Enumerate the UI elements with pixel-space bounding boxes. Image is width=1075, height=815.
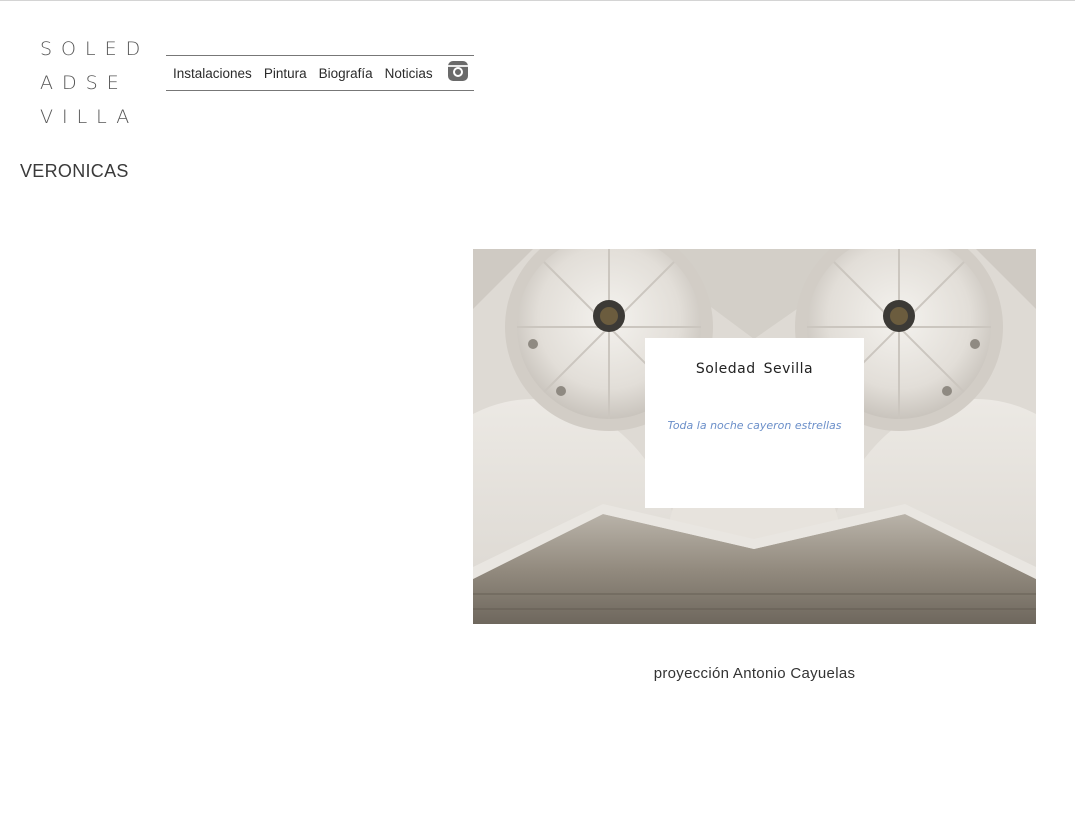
logo-line-1: SOLED — [40, 38, 150, 60]
nav-item-noticias[interactable]: Noticias — [385, 66, 433, 81]
image-caption: proyección Antonio Cayuelas — [653, 665, 856, 682]
main-nav: Instalaciones Pintura Biografía Noticias — [166, 55, 474, 91]
artwork-image: Soledad Sevilla Toda la noche cayeron es… — [473, 249, 1036, 624]
instagram-icon[interactable] — [447, 61, 468, 81]
nav-item-instalaciones[interactable]: Instalaciones — [173, 66, 252, 81]
title-card: Soledad Sevilla Toda la noche cayeron es… — [645, 338, 864, 508]
nav-item-biografia[interactable]: Biografía — [319, 66, 373, 81]
logo-line-3: VILLA — [40, 106, 139, 128]
page-title: VERONICAS — [20, 161, 129, 181]
card-subtitle: Toda la noche cayeron estrellas — [667, 419, 842, 432]
top-divider — [0, 0, 1075, 3]
card-artist-name: Soledad Sevilla — [695, 361, 814, 377]
nav-item-pintura[interactable]: Pintura — [264, 66, 307, 81]
site-logo[interactable]: SOLED ADSE VILLA — [40, 32, 140, 134]
logo-line-2: ADSE — [40, 72, 128, 94]
